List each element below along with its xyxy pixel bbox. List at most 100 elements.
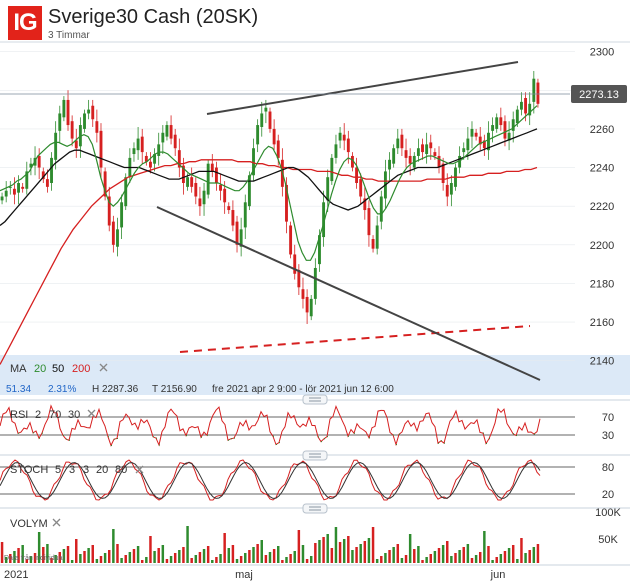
volume-bar <box>342 539 346 563</box>
candle-body <box>161 132 165 143</box>
candle-body <box>433 152 437 156</box>
volume-bar <box>95 559 99 563</box>
volume-bar <box>297 530 301 563</box>
candle-body <box>342 134 346 141</box>
volume-bar <box>281 560 284 563</box>
volume-level-50k: 50K <box>598 534 618 546</box>
volume-bar <box>231 545 235 563</box>
candle-body <box>346 138 350 153</box>
candle-body <box>17 182 20 193</box>
candle-body <box>136 138 140 151</box>
change-value: 51.34 <box>6 384 31 395</box>
volume-bar <box>149 536 152 563</box>
candle-body <box>338 132 342 141</box>
volume-bar <box>413 549 416 563</box>
candle-body <box>54 132 58 160</box>
candle-body <box>305 296 309 313</box>
price-marker: 2273.13 <box>579 89 619 101</box>
candle-body <box>202 190 206 205</box>
candle-body <box>62 99 66 118</box>
volume-bar <box>198 552 202 563</box>
volume-bar <box>314 543 317 563</box>
volume-bar <box>186 526 189 563</box>
volume-bar <box>483 531 486 563</box>
candle-body <box>388 159 391 170</box>
volume-bar <box>491 560 494 563</box>
volume-bar <box>474 555 478 563</box>
volume-bar <box>178 550 181 563</box>
volume-bar <box>132 549 136 563</box>
candle-body <box>256 125 260 145</box>
candle-body <box>194 182 198 197</box>
chart-canvas[interactable]: 230022802260224022202200218021602140 227… <box>0 0 630 582</box>
volume-bar <box>516 559 519 563</box>
volume-bar <box>305 559 309 563</box>
price-tick-label: 2260 <box>590 124 614 136</box>
volume-bar <box>165 559 169 563</box>
candle-body <box>111 221 115 245</box>
volume-bar <box>99 556 103 563</box>
volume-bar <box>239 556 243 563</box>
volume-bar <box>396 544 400 563</box>
stoch-label: STOCH <box>10 464 48 476</box>
volume-bar <box>421 560 424 563</box>
volume-bar <box>206 546 210 563</box>
price-tick-label: 2240 <box>590 163 614 175</box>
stoch-level-80: 80 <box>602 462 614 474</box>
candle-body <box>223 188 227 203</box>
volume-bar <box>334 527 338 563</box>
candle-body <box>210 163 214 172</box>
candle-body <box>186 177 189 187</box>
stoch-param-1: 5 <box>55 464 61 476</box>
rsi-label: RSI <box>10 409 28 421</box>
candle-body <box>91 105 95 120</box>
volume-bar <box>380 556 383 563</box>
stoch-param-3: 3 <box>83 464 89 476</box>
candle-body <box>243 202 247 228</box>
volume-bar <box>338 542 342 563</box>
volume-bar <box>120 558 123 563</box>
rsi-level-30: 30 <box>602 430 614 442</box>
volume-bar <box>153 551 156 563</box>
time-label-maj: maj <box>235 569 253 581</box>
candle-body <box>58 113 62 131</box>
candle-body <box>524 98 528 114</box>
volume-bar <box>466 544 470 563</box>
volume-bar <box>215 557 218 563</box>
candle-body <box>301 289 305 299</box>
volume-bar <box>417 546 420 563</box>
volume-bar <box>285 557 288 563</box>
volume-bar <box>499 554 503 563</box>
chart-background <box>0 42 630 582</box>
stoch-param-2: 3 <box>69 464 75 476</box>
volume-bar <box>235 559 239 563</box>
candle-body <box>466 138 470 151</box>
volume-bar <box>450 556 453 563</box>
volume-bar <box>128 552 132 563</box>
candle-body <box>355 167 359 183</box>
volume-bar <box>351 550 354 563</box>
volume-bar <box>528 550 531 563</box>
volume-bar <box>392 547 395 563</box>
volume-bar <box>532 547 536 563</box>
ma-label: MA <box>10 363 27 375</box>
candle-body <box>499 117 503 126</box>
volume-label: VOLYM <box>10 518 48 530</box>
ma50-value: 50 <box>52 363 64 375</box>
volume-bar <box>433 551 437 563</box>
volume-bar <box>441 545 445 563</box>
volume-bar <box>277 546 280 563</box>
candle-body <box>0 196 4 201</box>
candle-body <box>445 184 449 197</box>
volume-bar <box>301 545 305 563</box>
candle-body <box>367 208 371 236</box>
candle-body <box>190 177 194 187</box>
volume-bar <box>227 548 231 563</box>
candle-body <box>462 148 466 153</box>
volume-bar <box>124 555 127 563</box>
volume-bar <box>454 553 457 563</box>
volume-bar <box>272 549 276 563</box>
volume-bar <box>355 547 358 563</box>
volume-bar <box>487 546 490 563</box>
candle-body <box>272 128 276 145</box>
